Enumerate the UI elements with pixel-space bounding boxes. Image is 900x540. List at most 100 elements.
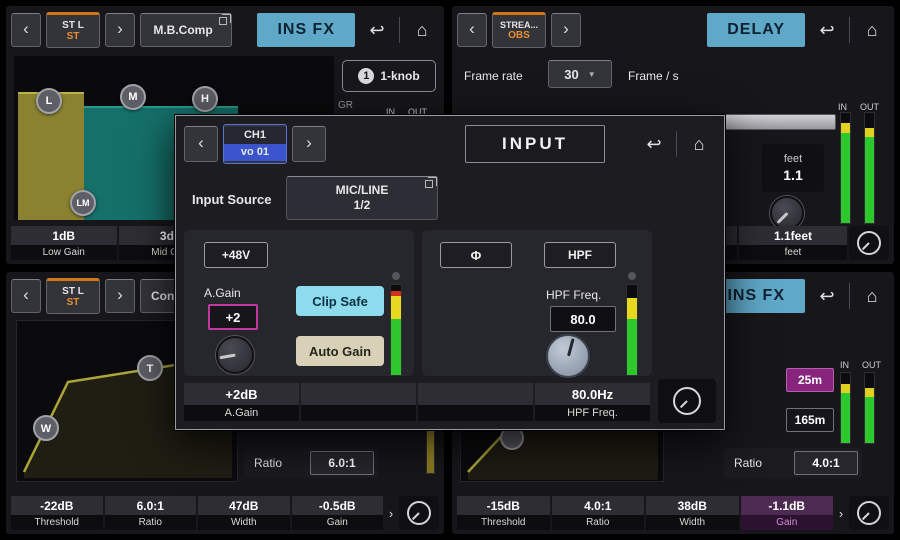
band-handle-low[interactable]: L [36, 88, 62, 114]
knob-icon [857, 231, 881, 255]
undo-icon[interactable]: ↩ [360, 13, 394, 47]
param-width[interactable]: 38dB Width [646, 496, 739, 530]
prev-channel-button[interactable]: ‹ [457, 13, 487, 47]
param-label: Ratio [105, 515, 197, 530]
phantom-48v-button[interactable]: +48V [204, 242, 268, 268]
param-delay[interactable]: 1.1feet feet [739, 226, 847, 260]
param-again[interactable]: +2dB A.Gain [184, 383, 299, 423]
next-channel-button[interactable]: › [105, 279, 135, 313]
attack-value[interactable]: 25m [786, 368, 834, 392]
channel-name: CH1 [224, 127, 286, 144]
curve-handle[interactable] [501, 427, 523, 449]
param-gain[interactable]: -0.5dB Gain [292, 496, 384, 530]
hpf-section: Φ HPF HPF Freq. 80.0 [422, 230, 652, 376]
frame-rate-value: 30 [564, 67, 578, 82]
touch-knob-button[interactable] [658, 379, 716, 423]
band-handle-high[interactable]: H [192, 86, 218, 112]
delay-knob[interactable] [770, 196, 804, 230]
prev-channel-button[interactable]: ‹ [11, 279, 41, 313]
meter-out-label: OUT [862, 360, 881, 370]
one-knob-icon: 1 [358, 68, 374, 84]
clip-safe-button[interactable]: Clip Safe [296, 286, 384, 316]
param-value: 47dB [198, 496, 290, 515]
home-icon[interactable]: ⌂ [405, 13, 439, 47]
next-channel-button[interactable]: › [292, 126, 326, 162]
again-label: A.Gain [204, 286, 241, 300]
one-knob-button[interactable]: 1 1-knob [342, 60, 436, 92]
home-icon[interactable]: ⌂ [855, 13, 889, 47]
meter-yellow [841, 384, 850, 392]
channel-select-button[interactable]: ST L ST [46, 12, 100, 48]
curve-handle-width[interactable]: W [34, 416, 58, 440]
input-source-line2: 1/2 [354, 198, 371, 213]
param-cell[interactable] [418, 383, 533, 423]
param-hpf-freq[interactable]: 80.0Hz HPF Freq. [535, 383, 650, 423]
prev-channel-button[interactable]: ‹ [184, 126, 218, 162]
preset-button[interactable]: M.B.Comp [140, 13, 232, 47]
dialog-header: ‹ CH1 vo 01 › INPUT ↩ ⌂ [184, 122, 716, 166]
param-value: -15dB [457, 496, 550, 515]
phase-button[interactable]: Φ [440, 242, 512, 268]
home-icon[interactable]: ⌂ [682, 127, 716, 161]
param-width[interactable]: 47dB Width [198, 496, 290, 530]
more-params-icon[interactable]: › [835, 496, 847, 530]
touch-knob-button[interactable] [849, 496, 889, 530]
param-cell[interactable] [301, 383, 416, 423]
again-knob[interactable] [216, 336, 254, 374]
ratio-value[interactable]: 4.0:1 [794, 451, 858, 475]
meter-green [627, 319, 637, 375]
meter-green [391, 319, 401, 375]
param-gain-selected[interactable]: -1.1dB Gain [741, 496, 834, 530]
input-source-button[interactable]: MIC/LINE 1/2 [286, 176, 438, 220]
again-meter [390, 284, 402, 376]
frame-rate-select[interactable]: 30 ▼ [548, 60, 612, 88]
channel-select-button[interactable]: CH1 vo 01 [223, 124, 287, 164]
frame-rate-label: Frame rate [464, 69, 523, 83]
more-params-icon[interactable]: › [385, 496, 397, 530]
undo-icon[interactable]: ↩ [810, 13, 844, 47]
param-label: Threshold [11, 515, 103, 530]
curve-handle-threshold[interactable]: T [138, 356, 162, 380]
peak-led [392, 272, 400, 280]
channel-select-button[interactable]: STREA... OBS [492, 12, 546, 48]
home-icon[interactable]: ⌂ [855, 279, 889, 313]
param-low-gain[interactable]: 1dB Low Gain [11, 226, 117, 260]
band-handle-mid[interactable]: M [120, 84, 146, 110]
param-ratio[interactable]: 4.0:1 Ratio [552, 496, 645, 530]
hpf-freq-knob[interactable] [546, 334, 590, 378]
hpf-button[interactable]: HPF [544, 242, 616, 268]
prev-channel-button[interactable]: ‹ [11, 13, 41, 47]
release-value[interactable]: 165m [786, 408, 834, 432]
handle-label: T [147, 363, 154, 375]
undo-icon[interactable]: ↩ [810, 279, 844, 313]
frame-unit-label: Frame / s [628, 69, 679, 83]
crossover-handle-lm[interactable]: LM [70, 190, 96, 216]
touch-knob-button[interactable] [849, 226, 889, 260]
undo-icon[interactable]: ↩ [637, 127, 671, 161]
next-channel-button[interactable]: › [551, 13, 581, 47]
param-threshold[interactable]: -22dB Threshold [11, 496, 103, 530]
param-value: 4.0:1 [552, 496, 645, 515]
touch-knob-button[interactable] [399, 496, 439, 530]
panel-header: ‹ ST L ST › M.B.Comp INS FX ↩ ⌂ [11, 10, 439, 50]
channel-select-button[interactable]: ST L ST [46, 278, 100, 314]
hpf-freq-value[interactable]: 80.0 [550, 306, 616, 332]
again-section: +48V A.Gain +2 Clip Safe Auto Gain [184, 230, 414, 376]
meter-yellow [865, 388, 874, 396]
param-value: -0.5dB [292, 496, 384, 515]
next-channel-button[interactable]: › [105, 13, 135, 47]
param-label [418, 405, 533, 421]
meter-green [865, 397, 874, 443]
param-threshold[interactable]: -15dB Threshold [457, 496, 550, 530]
param-label: Gain [741, 515, 834, 530]
panel-header: ‹ STREA... OBS › DELAY ↩ ⌂ [457, 10, 889, 50]
meter-out-label: OUT [860, 102, 879, 112]
auto-gain-button[interactable]: Auto Gain [296, 336, 384, 366]
ratio-value[interactable]: 6.0:1 [310, 451, 374, 475]
again-value[interactable]: +2 [208, 304, 258, 330]
knob-pointer [776, 212, 788, 224]
delay-value-display[interactable]: feet 1.1 [762, 144, 824, 192]
channel-name: ST L [47, 286, 99, 298]
param-ratio[interactable]: 6.0:1 Ratio [105, 496, 197, 530]
page-title: DELAY [707, 13, 805, 47]
